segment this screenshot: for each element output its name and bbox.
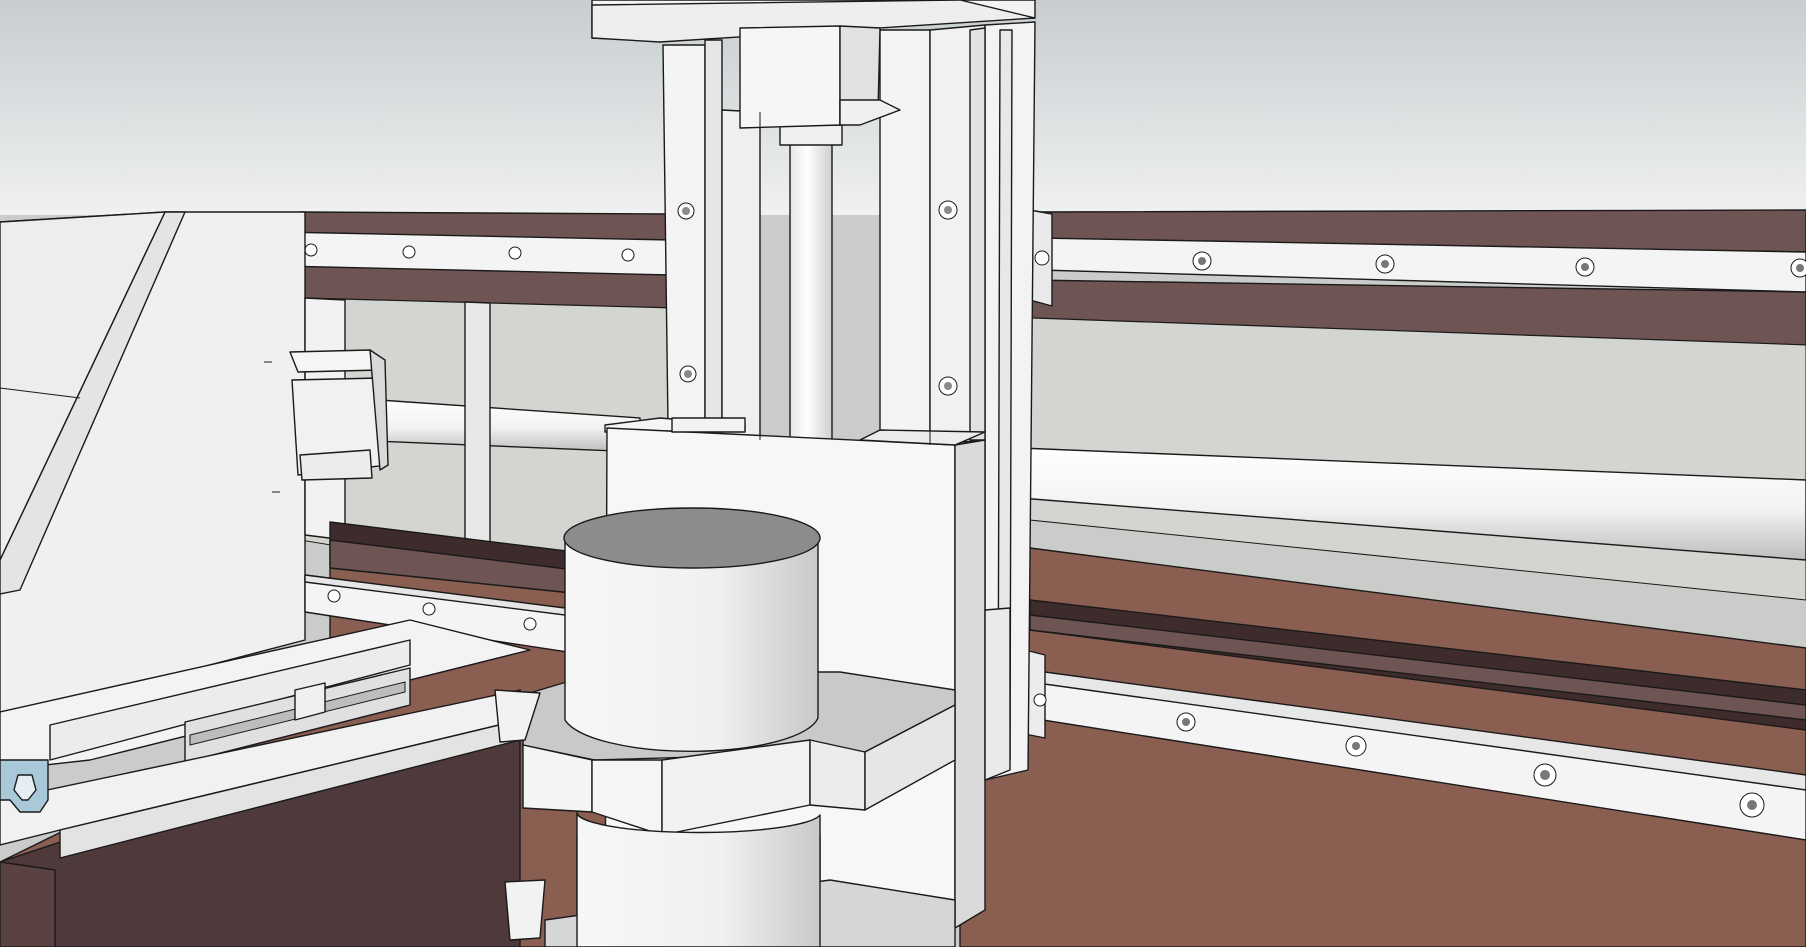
bolt bbox=[1034, 250, 1050, 266]
column-foot-left bbox=[671, 417, 746, 433]
bolt bbox=[523, 617, 537, 631]
carriage-side-block bbox=[984, 607, 1011, 781]
bearing-block-base bbox=[299, 449, 373, 481]
spindle-upper-top bbox=[563, 507, 821, 569]
z-column-left-inner bbox=[704, 39, 723, 431]
bolt-hole bbox=[1581, 263, 1589, 271]
bolt-hole bbox=[1796, 264, 1804, 272]
bolt bbox=[402, 245, 416, 259]
bolt bbox=[621, 248, 635, 262]
ball-screw-bearing-block bbox=[289, 349, 389, 481]
bolt-hole bbox=[1182, 718, 1190, 726]
bearing-block-top bbox=[289, 349, 381, 373]
bolt-hole bbox=[944, 382, 952, 390]
bolt-hole bbox=[1198, 257, 1206, 265]
bolt bbox=[1033, 693, 1047, 707]
z-column-right-inner bbox=[879, 29, 931, 446]
bolt bbox=[304, 243, 318, 257]
z-axis-lead-screw bbox=[779, 122, 843, 441]
clamp-front-right bbox=[809, 739, 866, 811]
bolt-hole bbox=[1352, 742, 1360, 750]
bolt bbox=[508, 246, 522, 260]
bolt-hole bbox=[684, 370, 692, 378]
clamp-tab-lower bbox=[504, 879, 546, 941]
bed-frame-foot bbox=[0, 861, 56, 947]
bolt-hole bbox=[944, 206, 952, 214]
bolt bbox=[327, 589, 341, 603]
bolt-hole bbox=[1381, 260, 1389, 268]
lead-screw-coupling bbox=[779, 124, 843, 146]
bolt-hole bbox=[682, 207, 690, 215]
spindle-lower-body-front bbox=[576, 835, 821, 947]
bolt bbox=[422, 602, 436, 616]
motor-body bbox=[739, 25, 841, 129]
z-column-inner-slot bbox=[721, 109, 761, 441]
gantry-strut-mid bbox=[464, 301, 491, 546]
bolt-hole bbox=[1540, 770, 1550, 780]
bolt-hole bbox=[1747, 800, 1757, 810]
3d-model-viewport[interactable] bbox=[0, 0, 1806, 947]
carriage-side bbox=[954, 439, 986, 929]
z-column-right-edge bbox=[969, 27, 986, 441]
lead-screw-shaft bbox=[789, 139, 833, 441]
